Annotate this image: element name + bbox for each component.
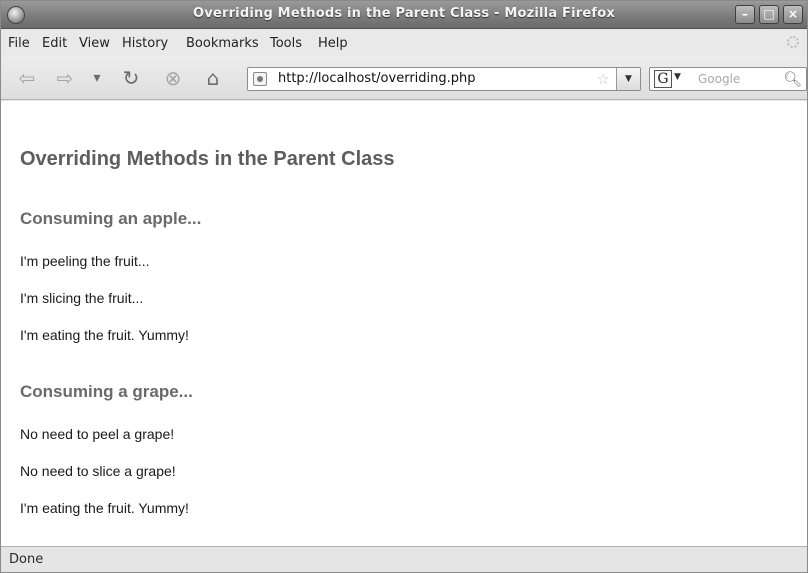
apple-line-1: I'm peeling the fruit... <box>20 253 150 269</box>
status-bar: Done <box>1 546 807 572</box>
apple-line-2: I'm slicing the fruit... <box>20 290 144 306</box>
stop-icon[interactable]: ⊗ <box>161 66 185 90</box>
bookmark-star-icon[interactable]: ☆ <box>597 70 610 88</box>
reload-icon[interactable]: ↻ <box>119 66 143 90</box>
activity-throbber-icon <box>787 36 799 48</box>
menu-tools[interactable]: Tools <box>270 36 302 51</box>
browser-window: Overriding Methods in the Parent Class -… <box>0 0 808 573</box>
back-arrow-icon[interactable]: ⇦ <box>15 66 39 90</box>
close-button[interactable]: × <box>783 5 803 24</box>
menu-view[interactable]: View <box>79 36 110 51</box>
home-icon[interactable]: ⌂ <box>201 66 225 90</box>
maximize-icon: □ <box>763 7 775 21</box>
forward-arrow-icon[interactable]: ⇨ <box>53 66 77 90</box>
page-title: Overriding Methods in the Parent Class <box>20 148 395 170</box>
menu-file[interactable]: File <box>8 36 30 51</box>
section-heading-grape: Consuming a grape... <box>20 382 193 401</box>
menu-bar: File Edit View History Bookmarks Tools H… <box>1 30 807 56</box>
navigation-toolbar: ⇦ ⇨ ▾ ↻ ⊗ ⌂ http://localhost/overriding.… <box>1 56 807 100</box>
address-dropdown-button[interactable]: ▼ <box>616 68 640 90</box>
maximize-button[interactable]: □ <box>759 5 779 24</box>
grape-line-1: No need to peel a grape! <box>20 426 175 442</box>
engine-dropdown-icon[interactable]: ▼ <box>674 72 681 82</box>
search-input[interactable]: Google <box>698 72 740 86</box>
page-content: Overriding Methods in the Parent Class C… <box>1 101 807 546</box>
history-dropdown-icon[interactable]: ▾ <box>85 66 109 90</box>
menu-help[interactable]: Help <box>318 36 348 51</box>
menu-bookmarks[interactable]: Bookmarks <box>186 36 259 51</box>
site-identity-icon[interactable] <box>253 72 267 86</box>
google-engine-icon[interactable]: G <box>654 70 672 88</box>
menu-edit[interactable]: Edit <box>42 36 67 51</box>
close-icon: × <box>787 7 799 21</box>
status-text: Done <box>9 552 44 567</box>
address-input[interactable]: http://localhost/overriding.php <box>278 71 476 86</box>
grape-line-3: I'm eating the fruit. Yummy! <box>20 500 189 516</box>
menu-history[interactable]: History <box>122 36 168 51</box>
search-icon[interactable]: 🔍︎ <box>783 70 802 88</box>
apple-line-3: I'm eating the fruit. Yummy! <box>20 327 189 343</box>
window-title: Overriding Methods in the Parent Class -… <box>193 6 615 21</box>
minimize-icon: – <box>742 7 748 21</box>
search-bar[interactable]: G ▼ Google 🔍︎ <box>649 67 807 91</box>
grape-line-2: No need to slice a grape! <box>20 463 176 479</box>
title-bar[interactable]: Overriding Methods in the Parent Class -… <box>1 1 807 29</box>
minimize-button[interactable]: – <box>735 5 755 24</box>
address-bar[interactable]: http://localhost/overriding.php ☆ ▼ <box>247 67 641 91</box>
section-heading-apple: Consuming an apple... <box>20 209 202 228</box>
